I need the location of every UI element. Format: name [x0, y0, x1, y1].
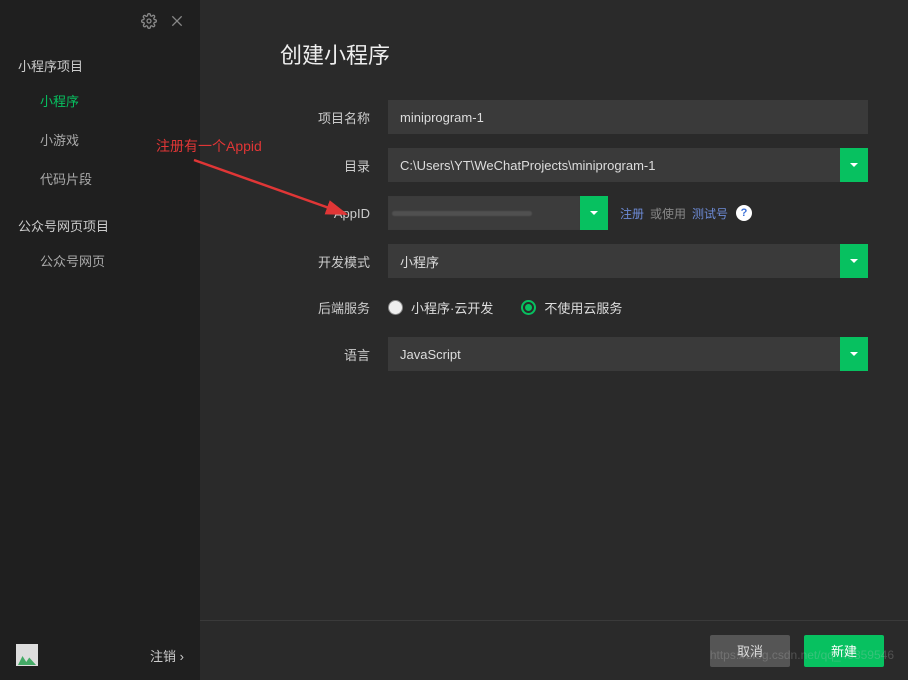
language-value: JavaScript	[388, 337, 840, 371]
label-dev-mode: 开发模式	[240, 252, 388, 271]
create-button[interactable]: 新建	[804, 635, 884, 667]
appid-value	[388, 196, 580, 230]
create-form: 项目名称 目录 C:\Users\YT\WeChatProjects\minip…	[200, 80, 908, 385]
row-backend: 后端服务 小程序·云开发 不使用云服务	[240, 292, 868, 323]
label-directory: 目录	[240, 156, 388, 175]
cancel-button[interactable]: 取消	[710, 635, 790, 667]
sidebar: 小程序项目 小程序 小游戏 代码片段 公众号网页项目 公众号网页 注销 ›	[0, 0, 200, 680]
radio-icon	[388, 300, 403, 315]
logout-link[interactable]: 注销 ›	[150, 646, 184, 665]
label-language: 语言	[240, 345, 388, 364]
close-icon[interactable]	[168, 12, 186, 30]
chevron-down-icon[interactable]	[840, 337, 868, 371]
main: 创建小程序 项目名称 目录 C:\Users\YT\WeChatProjects…	[200, 0, 908, 680]
sidebar-section-official: 公众号网页项目	[0, 198, 200, 241]
project-name-input[interactable]	[388, 100, 868, 134]
or-use-text: 或使用	[650, 205, 686, 222]
radio-label: 不使用云服务	[544, 298, 622, 317]
label-appid: AppID	[240, 206, 388, 221]
backend-radio-group: 小程序·云开发 不使用云服务	[388, 292, 622, 323]
chevron-down-icon[interactable]	[580, 196, 608, 230]
avatar[interactable]	[16, 644, 38, 666]
footer: 取消 新建	[200, 620, 908, 680]
language-select[interactable]: JavaScript	[388, 337, 868, 371]
row-project-name: 项目名称	[240, 100, 868, 134]
row-dev-mode: 开发模式 小程序	[240, 244, 868, 278]
sidebar-item-snippet[interactable]: 代码片段	[0, 159, 200, 198]
sidebar-item-miniprogram[interactable]: 小程序	[0, 81, 200, 120]
sidebar-item-official-web[interactable]: 公众号网页	[0, 241, 200, 280]
appid-extra: 注册 或使用 测试号 ?	[620, 205, 752, 222]
sidebar-bottom: 注销 ›	[0, 630, 200, 680]
radio-no-cloud[interactable]: 不使用云服务	[521, 298, 622, 317]
directory-value: C:\Users\YT\WeChatProjects\miniprogram-1	[388, 148, 840, 182]
sidebar-item-minigame[interactable]: 小游戏	[0, 120, 200, 159]
help-icon[interactable]: ?	[736, 205, 752, 221]
radio-cloud-dev[interactable]: 小程序·云开发	[388, 298, 493, 317]
radio-label: 小程序·云开发	[411, 298, 493, 317]
row-language: 语言 JavaScript	[240, 337, 868, 371]
row-directory: 目录 C:\Users\YT\WeChatProjects\miniprogra…	[240, 148, 868, 182]
sidebar-top-icons	[0, 0, 200, 38]
test-account-link[interactable]: 测试号	[692, 205, 728, 222]
dev-mode-value: 小程序	[388, 244, 840, 278]
dev-mode-select[interactable]: 小程序	[388, 244, 868, 278]
page-title: 创建小程序	[200, 0, 908, 80]
directory-select[interactable]: C:\Users\YT\WeChatProjects\miniprogram-1	[388, 148, 868, 182]
sidebar-section-miniprogram: 小程序项目	[0, 38, 200, 81]
radio-icon	[521, 300, 536, 315]
row-appid: AppID 注册 或使用 测试号 ?	[240, 196, 868, 230]
label-project-name: 项目名称	[240, 108, 388, 127]
gear-icon[interactable]	[140, 12, 158, 30]
chevron-down-icon[interactable]	[840, 244, 868, 278]
label-backend: 后端服务	[240, 298, 388, 317]
chevron-down-icon[interactable]	[840, 148, 868, 182]
register-link[interactable]: 注册	[620, 205, 644, 222]
appid-select[interactable]	[388, 196, 608, 230]
